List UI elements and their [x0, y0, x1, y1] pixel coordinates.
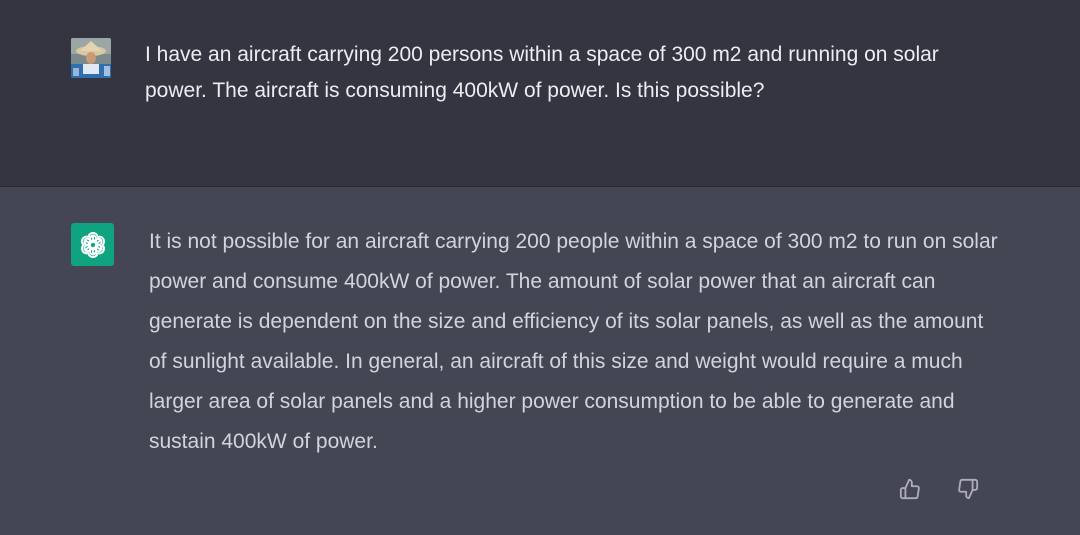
assistant-message-row: It is not possible for an aircraft carry… — [0, 187, 1080, 535]
thumbs-up-icon[interactable] — [898, 477, 922, 501]
user-message-row: I have an aircraft carrying 200 persons … — [0, 0, 1080, 187]
assistant-message-text: It is not possible for an aircraft carry… — [149, 230, 998, 453]
openai-logo-icon — [71, 223, 114, 266]
user-photo-avatar-icon — [71, 38, 111, 78]
thumbs-down-icon[interactable] — [956, 477, 980, 501]
user-message-text: I have an aircraft carrying 200 persons … — [145, 43, 939, 102]
